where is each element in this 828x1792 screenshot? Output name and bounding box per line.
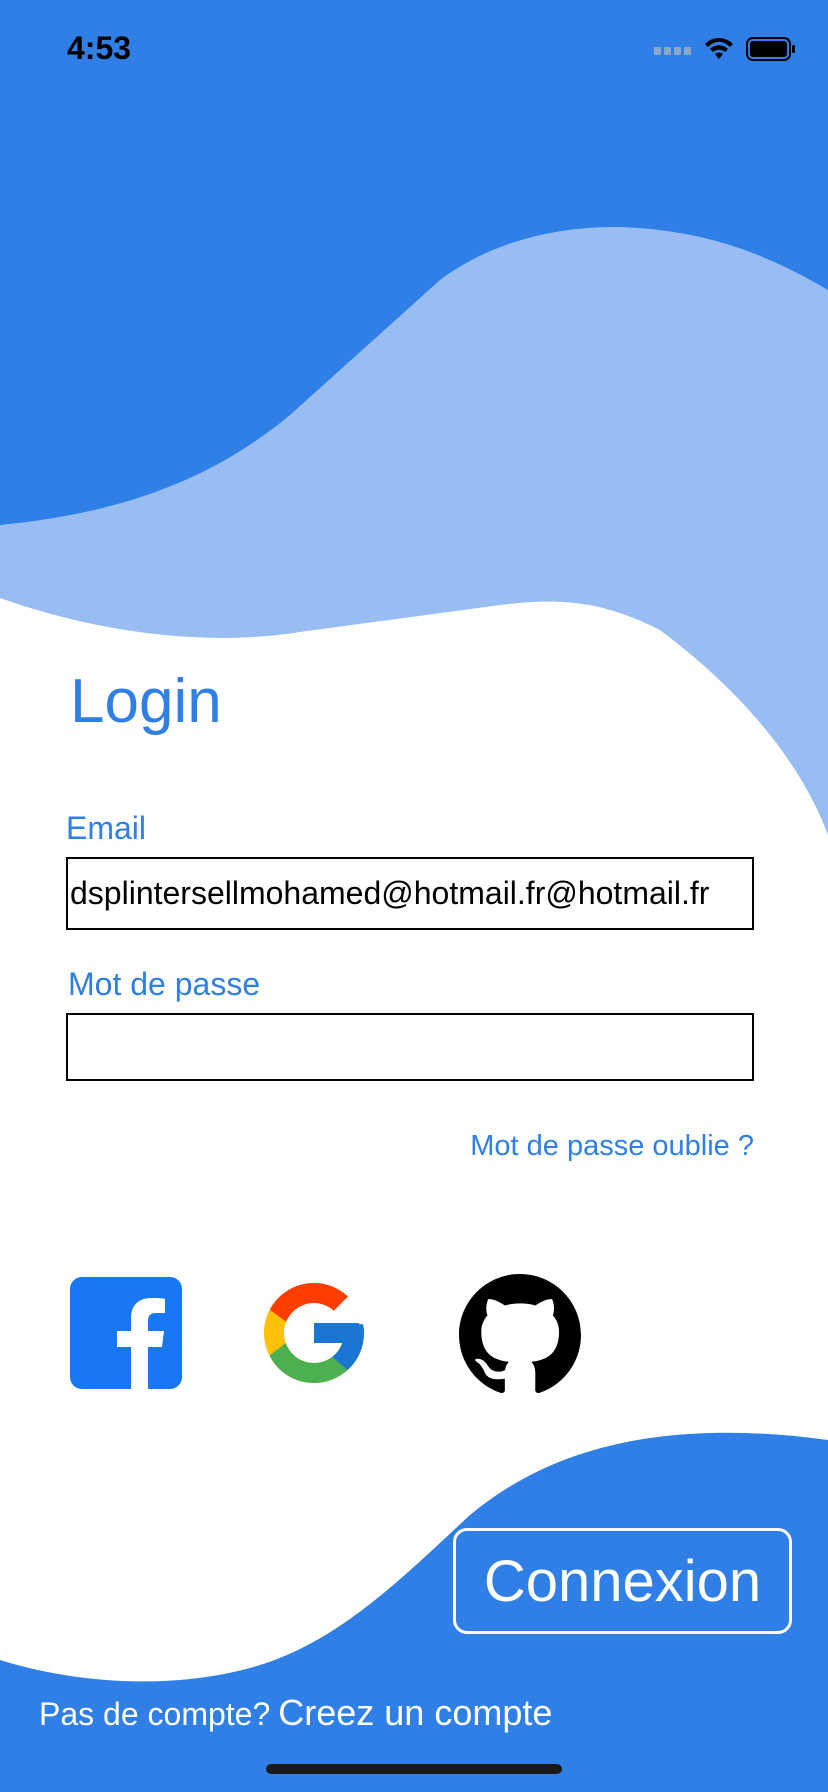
github-icon[interactable] (459, 1274, 581, 1396)
google-icon[interactable] (254, 1273, 374, 1393)
email-value: dsplintersellmohamed@hotmail.fr@hotmail.… (70, 875, 710, 911)
password-label: Mot de passe (68, 966, 261, 1002)
password-field[interactable] (66, 1013, 754, 1081)
forgot-password-link[interactable]: Mot de passe oublie ? (470, 1130, 754, 1163)
page-title: Login (70, 667, 222, 736)
no-account-text: Pas de compte? (39, 1696, 271, 1732)
facebook-icon[interactable] (70, 1277, 182, 1389)
status-time: 4:53 (67, 30, 132, 66)
signup-prompt: Pas de compte? Creez un compte (39, 1692, 552, 1734)
battery-icon (746, 37, 795, 61)
create-account-link[interactable]: Creez un compte (278, 1692, 552, 1734)
signal-icon (654, 47, 691, 55)
connexion-button[interactable]: Connexion (453, 1528, 792, 1634)
home-indicator (266, 1764, 562, 1774)
status-icons (654, 34, 796, 64)
email-field[interactable]: dsplintersellmohamed@hotmail.fr@hotmail.… (66, 857, 754, 930)
email-label: Email (66, 810, 147, 846)
wifi-icon (705, 38, 733, 59)
